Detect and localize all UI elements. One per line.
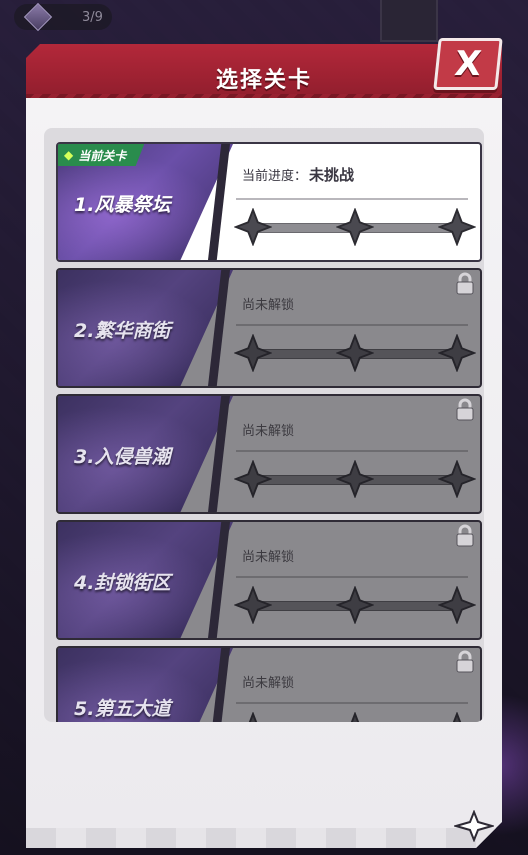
dialog-footer-decor [26, 828, 502, 848]
card-divider [236, 450, 468, 452]
status-label: 当前进度： [242, 169, 308, 184]
stage-name: 1.风暴祭坛 [74, 194, 171, 216]
star-empty-icon [336, 334, 374, 372]
star-empty-icon [438, 334, 476, 372]
dialog-title: 选择关卡 [215, 68, 312, 93]
dialog-body: ◆ 当前关卡 1.风暴祭坛 当前进度： 未挑战 2.繁华商街 尚未解锁 3.入侵… [26, 98, 502, 848]
stage-card-4[interactable]: 4.封锁街区 尚未解锁 [56, 520, 482, 640]
stage-status: 当前进度： 未挑战 [242, 164, 354, 185]
star-empty-icon [234, 712, 272, 722]
star-empty-icon [336, 208, 374, 246]
stage-card-1[interactable]: ◆ 当前关卡 1.风暴祭坛 当前进度： 未挑战 [56, 142, 482, 262]
stage-card-2[interactable]: 2.繁华商街 尚未解锁 [56, 268, 482, 388]
stage-name: 4.封锁街区 [74, 572, 171, 594]
close-button[interactable]: X [433, 38, 503, 90]
stage-card-5[interactable]: 5.第五大道 尚未解锁 [56, 646, 482, 722]
star-progress [240, 466, 470, 492]
star-progress [240, 718, 470, 722]
star-empty-icon [438, 586, 476, 624]
star-empty-icon [438, 208, 476, 246]
lock-icon [454, 524, 476, 548]
star-empty-icon [234, 334, 272, 372]
card-divider [236, 324, 468, 326]
star-empty-icon [336, 460, 374, 498]
star-empty-icon [336, 712, 374, 722]
stage-status: 尚未解锁 [242, 676, 295, 691]
sparkle-icon [454, 810, 494, 842]
star-progress [240, 340, 470, 366]
close-icon: X [452, 44, 484, 84]
star-progress [240, 214, 470, 240]
card-divider [236, 702, 468, 704]
stage-status: 尚未解锁 [242, 550, 295, 565]
star-empty-icon [234, 460, 272, 498]
star-empty-icon [336, 586, 374, 624]
stage-card-3[interactable]: 3.入侵兽潮 尚未解锁 [56, 394, 482, 514]
card-divider [236, 198, 468, 200]
stage-name: 5.第五大道 [74, 698, 171, 720]
stage-list[interactable]: ◆ 当前关卡 1.风暴祭坛 当前进度： 未挑战 2.繁华商街 尚未解锁 3.入侵… [44, 128, 484, 722]
star-progress [240, 592, 470, 618]
star-empty-icon [234, 208, 272, 246]
progress-counter-text: 3/9 [82, 9, 103, 25]
star-empty-icon [438, 712, 476, 722]
stage-name: 3.入侵兽潮 [74, 446, 171, 468]
gem-icon [23, 2, 53, 32]
card-divider [236, 576, 468, 578]
lock-icon [454, 272, 476, 296]
status-value: 未挑战 [309, 166, 355, 184]
stage-status: 尚未解锁 [242, 298, 295, 313]
dialog-header: 选择关卡 [26, 44, 502, 102]
stage-status: 尚未解锁 [242, 424, 295, 439]
stage-name: 2.繁华商街 [74, 320, 171, 342]
background-ornament [380, 0, 438, 42]
stage-select-dialog: 选择关卡 X ◆ 当前关卡 1.风暴祭坛 当前进度： 未挑战 2.繁华商街 尚未… [26, 38, 503, 848]
current-stage-badge: ◆ 当前关卡 [58, 144, 144, 166]
lock-icon [454, 398, 476, 422]
star-empty-icon [234, 586, 272, 624]
progress-counter: 3/9 [14, 2, 112, 32]
lock-icon [454, 650, 476, 674]
badge-label: 当前关卡 [78, 148, 127, 163]
diamond-icon: ◆ [64, 148, 74, 162]
star-empty-icon [438, 460, 476, 498]
